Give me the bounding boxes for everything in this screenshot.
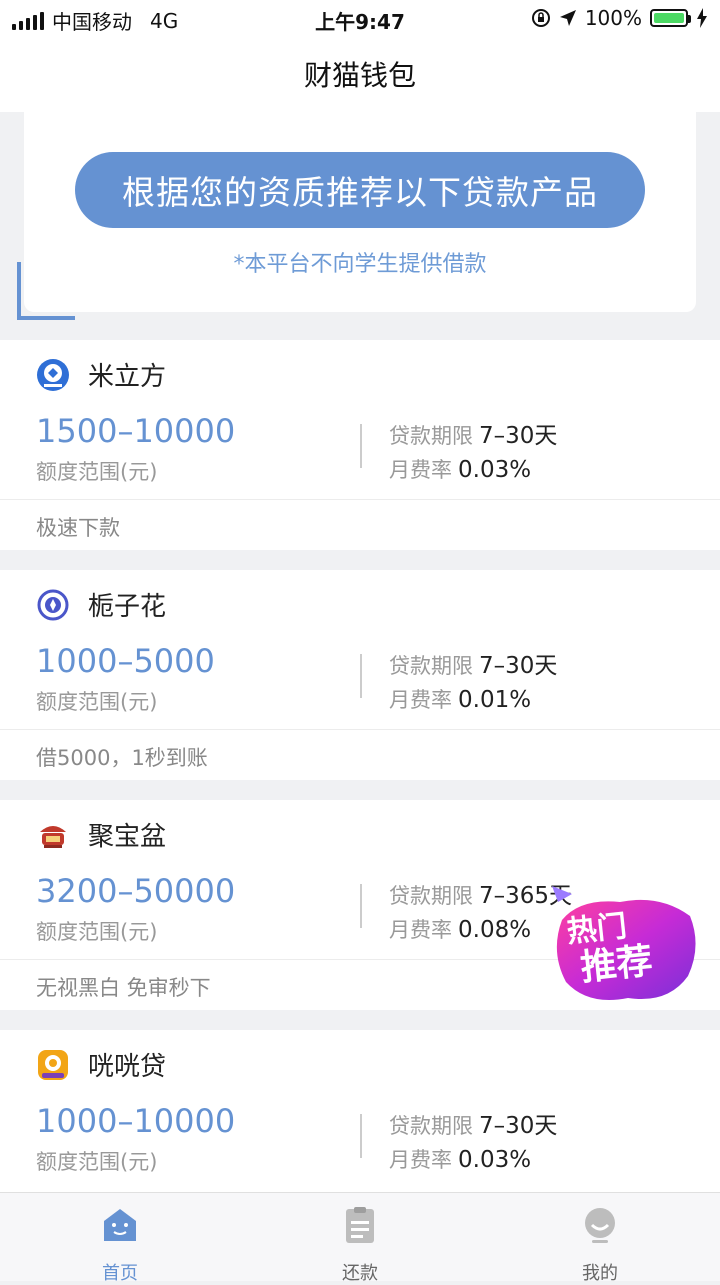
rate-row: 月费率 0.03% bbox=[389, 454, 531, 484]
jubaopen-logo-icon bbox=[36, 818, 70, 852]
student-notice: *本平台不向学生提供借款 bbox=[233, 252, 487, 277]
battery-percent: 100% bbox=[584, 6, 642, 30]
charging-icon bbox=[697, 8, 707, 28]
product-card-milifang[interactable]: 米立方 1500–10000 额度范围(元) 贷款期限 7–30天 月费率 0.03… bbox=[0, 340, 720, 550]
tab-label: 我的 bbox=[582, 1263, 618, 1284]
product-name: 咣咣贷 bbox=[88, 1052, 167, 1082]
divider bbox=[360, 654, 362, 698]
corner-decoration bbox=[17, 262, 75, 320]
recommend-banner: 根据您的资质推荐以下贷款产品 bbox=[75, 152, 645, 228]
product-tag: 无视黑白 免审秒下 bbox=[36, 976, 211, 1000]
amount-range: 1000–10000 bbox=[36, 1102, 236, 1140]
product-name: 栀子花 bbox=[88, 592, 167, 622]
rate-row: 月费率 0.08% bbox=[389, 914, 531, 944]
amount-range: 3200–50000 bbox=[36, 872, 236, 910]
tab-label: 还款 bbox=[342, 1263, 378, 1284]
term-value: 7–30天 bbox=[479, 653, 558, 679]
page-title: 财猫钱包 bbox=[303, 59, 416, 92]
term-row: 贷款期限 7–30天 bbox=[389, 1106, 557, 1140]
tab-profile[interactable]: 我的 bbox=[540, 1205, 660, 1285]
term-row: 贷款期限 7–30天 bbox=[389, 646, 557, 680]
home-icon bbox=[104, 1209, 136, 1241]
status-bar: 中国移动 4G 上午9:47 100% bbox=[0, 0, 720, 36]
rate-label: 月费率 bbox=[389, 688, 452, 712]
divider bbox=[360, 424, 362, 468]
tab-repay[interactable]: 还款 bbox=[300, 1205, 420, 1285]
amount-range: 1500–10000 bbox=[36, 412, 236, 450]
divider bbox=[360, 1114, 362, 1158]
divider bbox=[0, 499, 720, 500]
rate-label: 月费率 bbox=[389, 918, 452, 942]
hot-recommend-badge: 热门 推荐 bbox=[552, 886, 696, 1000]
rate-value: 0.01% bbox=[458, 687, 532, 713]
rotation-lock-icon bbox=[531, 9, 550, 27]
divider bbox=[0, 729, 720, 730]
rate-value: 0.03% bbox=[458, 457, 532, 483]
milifang-logo-icon bbox=[36, 358, 70, 392]
rate-row: 月费率 0.01% bbox=[389, 684, 531, 714]
term-row: 贷款期限 7–30天 bbox=[389, 416, 557, 450]
repay-icon bbox=[346, 1207, 374, 1243]
product-name: 米立方 bbox=[88, 362, 167, 392]
term-label: 贷款期限 bbox=[389, 1114, 473, 1138]
rate-value: 0.03% bbox=[458, 1147, 532, 1173]
nav-bar: 财猫钱包 bbox=[0, 36, 720, 112]
product-tag: 极速下款 bbox=[36, 516, 120, 540]
recommend-card: 根据您的资质推荐以下贷款产品 *本平台不向学生提供借款 bbox=[24, 112, 696, 312]
amount-label: 额度范围(元) bbox=[36, 460, 158, 484]
amount-label: 额度范围(元) bbox=[36, 690, 158, 714]
tab-home[interactable]: 首页 bbox=[60, 1205, 180, 1285]
location-icon bbox=[559, 10, 576, 26]
tab-bar: 首页 还款 我的 bbox=[0, 1192, 720, 1284]
tab-label: 首页 bbox=[102, 1263, 138, 1284]
amount-label: 额度范围(元) bbox=[36, 920, 158, 944]
rate-value: 0.08% bbox=[458, 917, 532, 943]
status-right: 100% bbox=[531, 6, 708, 30]
badge-line2: 推荐 bbox=[579, 941, 655, 989]
rate-row: 月费率 0.03% bbox=[389, 1144, 531, 1174]
rate-label: 月费率 bbox=[389, 1148, 452, 1172]
amount-range: 1000–5000 bbox=[36, 642, 215, 680]
guangguangdai-logo-icon bbox=[36, 1048, 70, 1082]
term-label: 贷款期限 bbox=[389, 884, 473, 908]
rate-label: 月费率 bbox=[389, 458, 452, 482]
term-value: 7–30天 bbox=[479, 1113, 558, 1139]
product-card-guangguangdai[interactable]: 咣咣贷 1000–10000 额度范围(元) 贷款期限 7–30天 月费率 0.03… bbox=[0, 1030, 720, 1192]
profile-icon bbox=[585, 1208, 615, 1243]
product-card-zhizihua[interactable]: 栀子花 1000–5000 额度范围(元) 贷款期限 7–30天 月费率 0.01%… bbox=[0, 570, 720, 780]
term-label: 贷款期限 bbox=[389, 424, 473, 448]
amount-label: 额度范围(元) bbox=[36, 1150, 158, 1174]
product-name: 聚宝盆 bbox=[88, 822, 167, 852]
divider bbox=[360, 884, 362, 928]
product-tag: 借5000，1秒到账 bbox=[36, 746, 208, 770]
battery-icon bbox=[650, 9, 691, 27]
term-label: 贷款期限 bbox=[389, 654, 473, 678]
term-value: 7–30天 bbox=[479, 423, 558, 449]
term-row: 贷款期限 7–365天 bbox=[389, 876, 572, 910]
zhizihua-logo-icon bbox=[36, 588, 70, 622]
